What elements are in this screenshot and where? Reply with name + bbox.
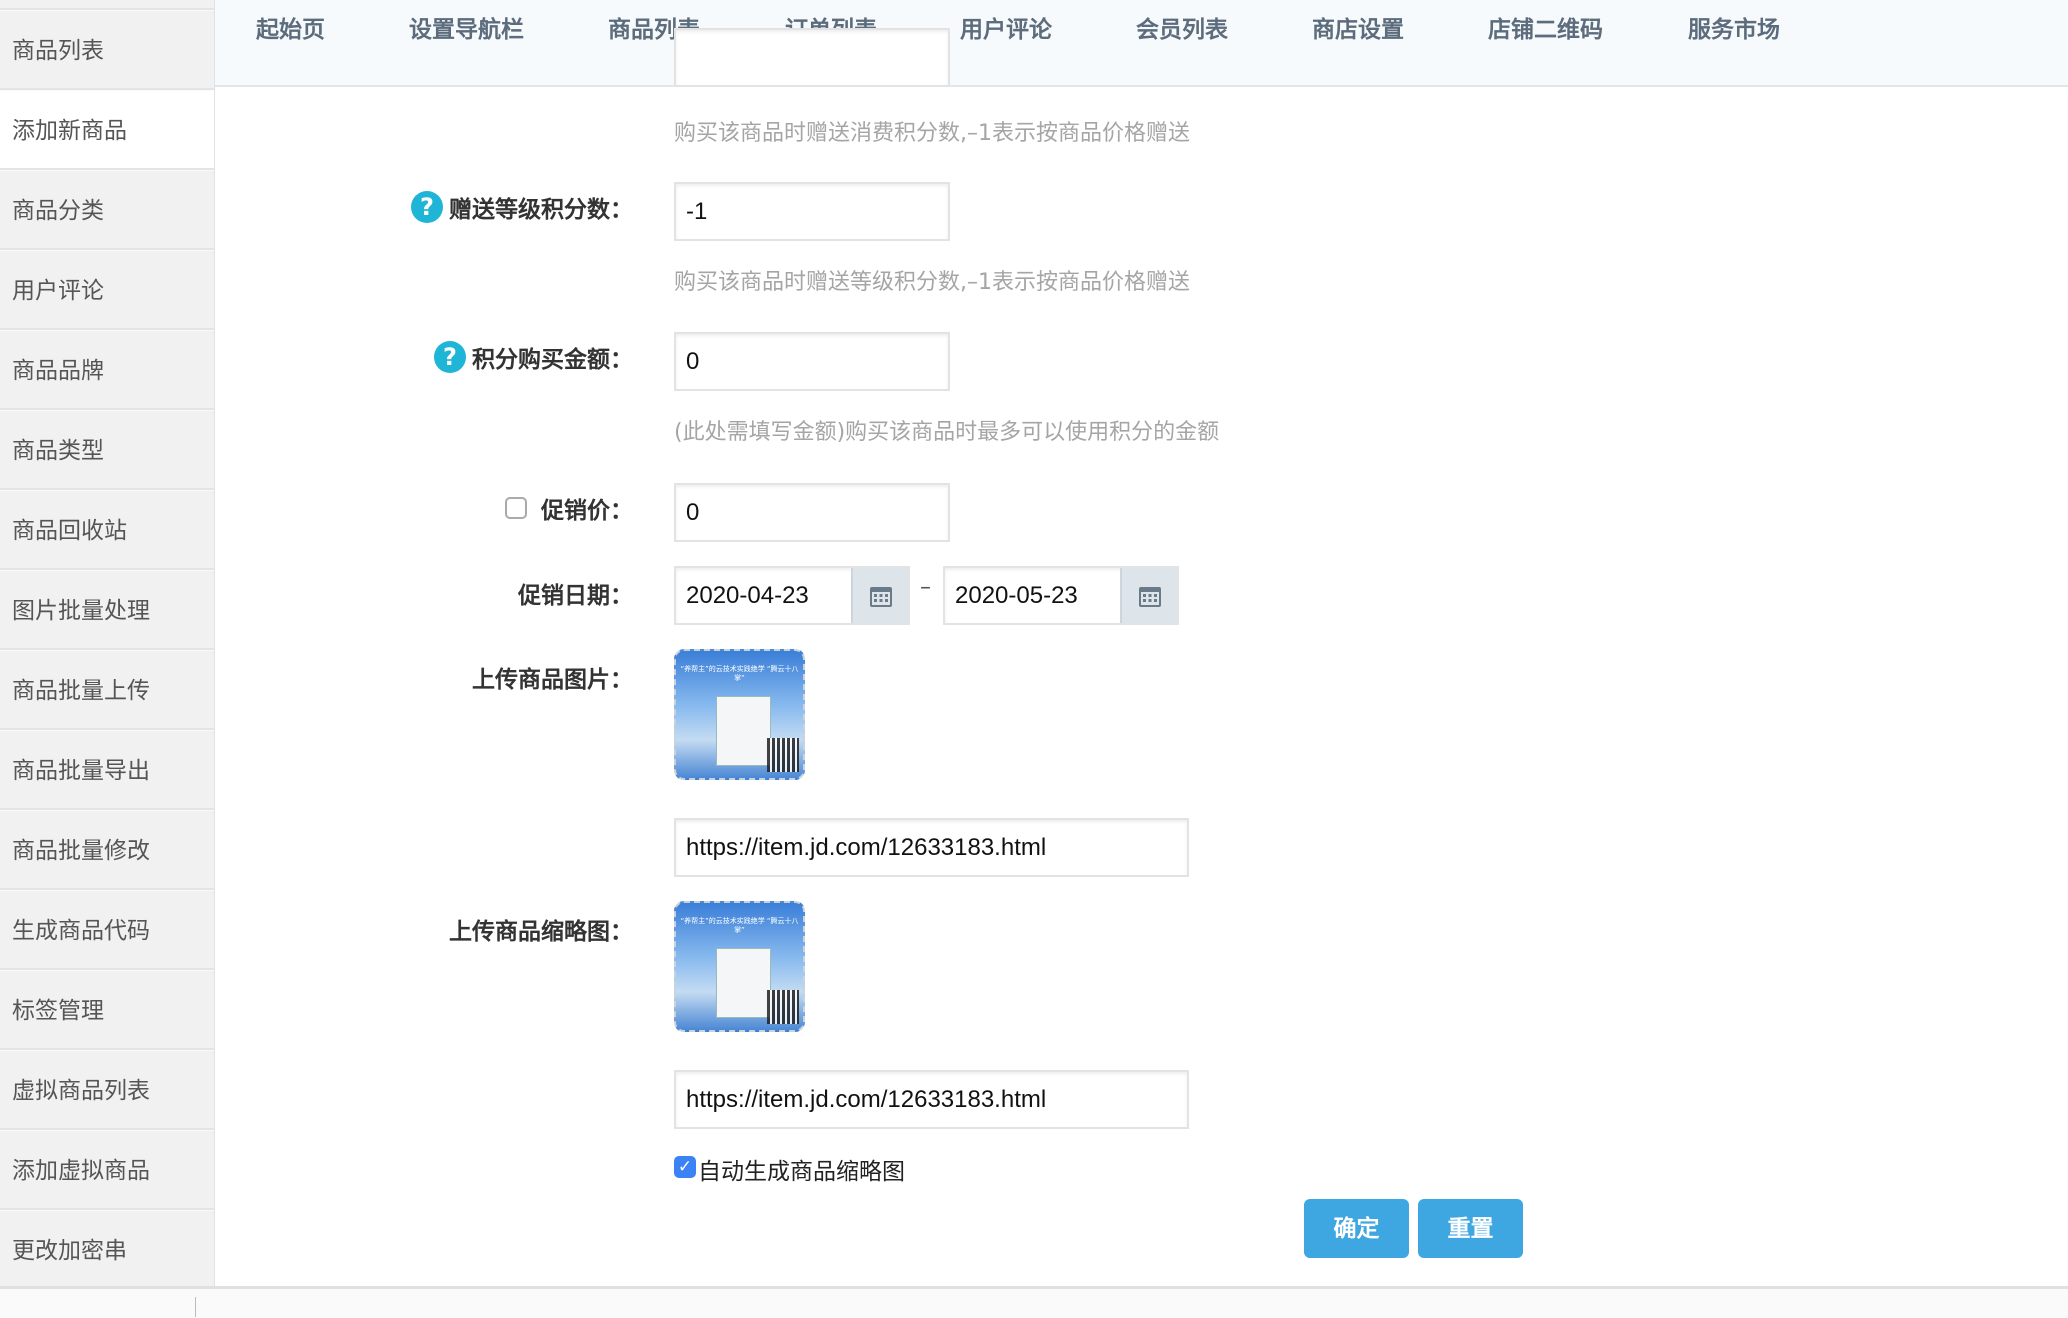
sidebar-item[interactable]: 商品列表 — [0, 10, 214, 90]
reset-button[interactable]: 重置 — [1418, 1199, 1523, 1258]
nav-tab[interactable]: 起始页 — [256, 10, 325, 44]
rank-points-label-text: 赠送等级积分数： — [449, 190, 633, 224]
promote-price-checkbox[interactable] — [505, 497, 527, 519]
calendar-icon[interactable] — [851, 568, 908, 623]
image-caption: “养帮主”的云技术实践绝学 “腾云十八掌” — [676, 665, 803, 683]
integral-hint: (此处需填写金额)购买该商品时最多可以使用积分的金额 — [674, 414, 1219, 446]
sidebar-item[interactable]: 商品批量修改 — [0, 810, 214, 890]
goods-img-url-input[interactable]: https://item.jd.com/12633183.html — [674, 818, 1189, 877]
sidebar-item[interactable]: 商品批量导出 — [0, 730, 214, 810]
goods-thumb-preview[interactable]: “养帮主”的云技术实践绝学 “腾云十八掌” — [674, 901, 805, 1032]
nav-tab[interactable]: 设置导航栏 — [409, 10, 524, 44]
promote-price-label: 促销价： — [505, 491, 633, 525]
promote-price-input[interactable]: 0 — [674, 483, 950, 542]
sidebar-item[interactable]: 商品分类 — [0, 170, 214, 250]
image-caption: “养帮主”的云技术实践绝学 “腾云十八掌” — [676, 917, 803, 935]
goods-thumb-label: 上传商品缩略图： — [449, 912, 633, 946]
auto-thumb-checkbox[interactable]: ✓ — [674, 1156, 696, 1178]
sidebar-item[interactable]: 商品类型 — [0, 410, 214, 490]
sidebar-item[interactable]: 添加虚拟商品 — [0, 1130, 214, 1210]
integral-label: ?积分购买金额： — [434, 340, 633, 374]
sidebar-item[interactable]: 添加新商品 — [0, 90, 214, 170]
promote-price-label-text: 促销价： — [541, 491, 633, 525]
footer — [0, 1286, 2068, 1318]
nav-tab[interactable]: 会员列表 — [1136, 10, 1228, 44]
sidebar-item[interactable]: 虚拟商品列表 — [0, 1050, 214, 1130]
sidebar-item-partial[interactable] — [0, 0, 214, 10]
goods-image-preview[interactable]: “养帮主”的云技术实践绝学 “腾云十八掌” — [674, 649, 805, 780]
help-icon[interactable]: ? — [411, 191, 443, 223]
calendar-icon[interactable] — [1120, 568, 1177, 623]
top-nav: 起始页设置导航栏商品列表订单列表用户评论会员列表商店设置店铺二维码服务市场 — [215, 0, 2068, 87]
promote-end-date-input[interactable]: 2020-05-23 — [943, 566, 1179, 625]
sidebar-item[interactable]: 生成商品代码 — [0, 890, 214, 970]
book-cover — [716, 696, 771, 766]
sidebar-item[interactable]: 标签管理 — [0, 970, 214, 1050]
start-date-value: 2020-04-23 — [686, 582, 809, 609]
rank-points-label: ?赠送等级积分数： — [411, 190, 633, 224]
integral-label-text: 积分购买金额： — [472, 340, 633, 374]
book-cover — [716, 948, 771, 1018]
nav-tab[interactable]: 店铺二维码 — [1488, 10, 1603, 44]
sidebar-item[interactable]: 图片批量处理 — [0, 570, 214, 650]
sidebar-item[interactable]: 用户评论 — [0, 250, 214, 330]
promote-date-label: 促销日期： — [518, 576, 633, 610]
qr-code — [767, 738, 799, 772]
footer-divider — [195, 1297, 196, 1317]
goods-img-label: 上传商品图片： — [472, 660, 633, 694]
date-separator: – — [920, 575, 931, 600]
sidebar-item[interactable]: 商品品牌 — [0, 330, 214, 410]
rank-points-input[interactable]: -1 — [674, 182, 950, 241]
qr-code — [767, 990, 799, 1024]
rank-points-hint: 购买该商品时赠送等级积分数,–1表示按商品价格赠送 — [674, 264, 1190, 296]
help-icon[interactable]: ? — [434, 341, 466, 373]
sidebar-item[interactable]: 商品回收站 — [0, 490, 214, 570]
promote-start-date-input[interactable]: 2020-04-23 — [674, 566, 910, 625]
end-date-value: 2020-05-23 — [955, 582, 1078, 609]
submit-button[interactable]: 确定 — [1304, 1199, 1409, 1258]
sidebar-item[interactable]: 更改加密串 — [0, 1210, 214, 1290]
consume-points-input[interactable] — [674, 28, 950, 87]
integral-input[interactable]: 0 — [674, 332, 950, 391]
nav-tab[interactable]: 服务市场 — [1688, 10, 1780, 44]
auto-thumb-label: 自动生成商品缩略图 — [698, 1152, 905, 1186]
sidebar: 商品列表添加新商品商品分类用户评论商品品牌商品类型商品回收站图片批量处理商品批量… — [0, 0, 215, 1286]
goods-thumb-url-input[interactable]: https://item.jd.com/12633183.html — [674, 1070, 1189, 1129]
nav-tab[interactable]: 商店设置 — [1312, 10, 1404, 44]
nav-tab[interactable]: 用户评论 — [960, 10, 1052, 44]
sidebar-item[interactable]: 商品批量上传 — [0, 650, 214, 730]
consume-points-hint: 购买该商品时赠送消费积分数,–1表示按商品价格赠送 — [674, 115, 1190, 147]
